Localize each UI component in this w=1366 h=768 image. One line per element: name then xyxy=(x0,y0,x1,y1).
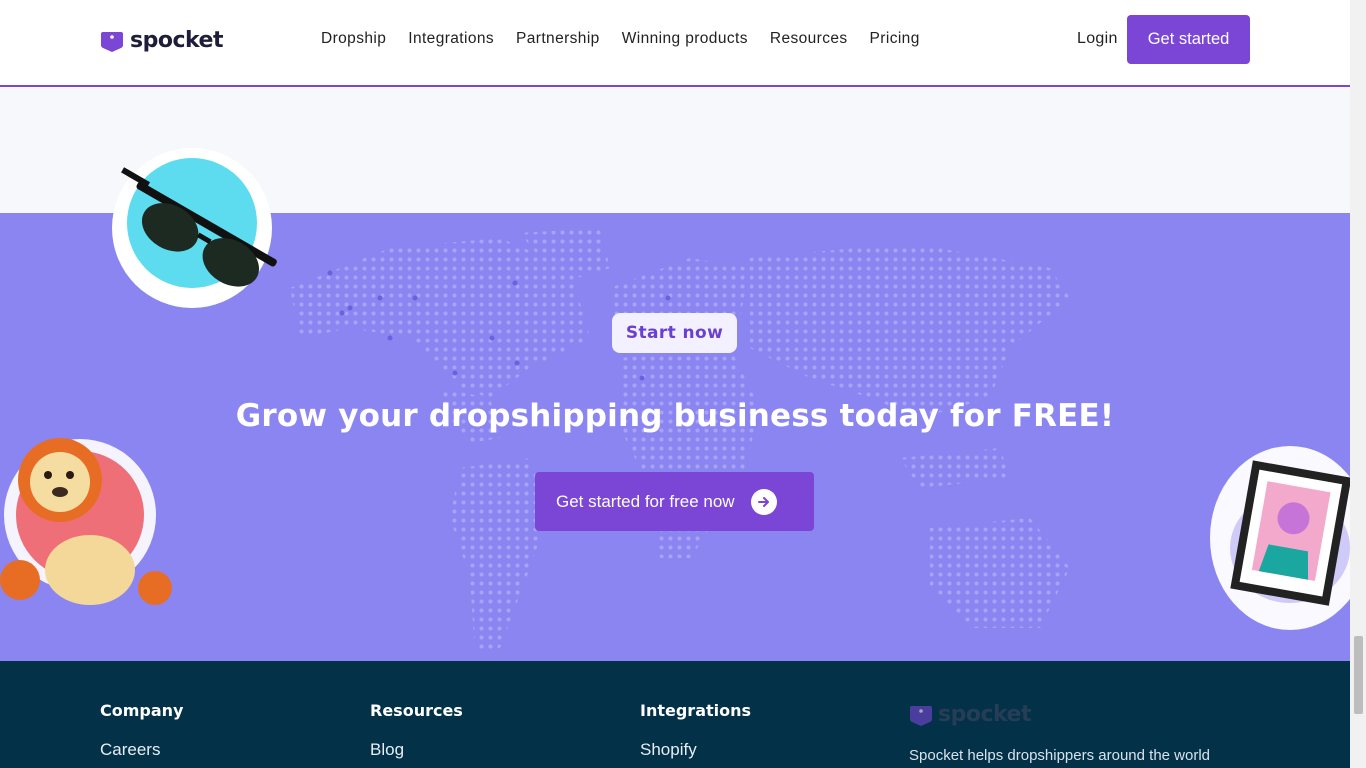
page-scrollbar[interactable] xyxy=(1350,0,1366,768)
spocket-logo-icon xyxy=(910,705,932,726)
site-footer: Company Careers Resources Blog Integrati… xyxy=(0,661,1350,768)
nav-pricing[interactable]: Pricing xyxy=(870,30,920,48)
footer-link-careers[interactable]: Careers xyxy=(100,740,183,760)
logo-wordmark: spocket xyxy=(130,28,223,53)
footer-column-integrations: Integrations Shopify xyxy=(640,701,751,760)
footer-tagline: Spocket helps dropshippers around the wo… xyxy=(909,747,1211,764)
lion-toy-image xyxy=(0,438,172,605)
nav-partnership[interactable]: Partnership xyxy=(516,30,600,48)
footer-heading-company: Company xyxy=(100,701,184,720)
framed-portrait-image xyxy=(1210,446,1350,630)
footer-column-company: Company Careers xyxy=(100,701,183,760)
cta-headline: Grow your dropshipping business today fo… xyxy=(235,398,1115,434)
spocket-logo[interactable]: spocket xyxy=(100,28,223,53)
scrollbar-thumb[interactable] xyxy=(1354,636,1363,714)
get-started-button[interactable]: Get started xyxy=(1127,15,1250,64)
footer-logo-wordmark: spocket xyxy=(938,702,1031,727)
cta-button-label: Get started for free now xyxy=(556,491,735,511)
nav-dropship[interactable]: Dropship xyxy=(321,30,386,48)
start-now-badge: Start now xyxy=(612,313,737,353)
footer-link-shopify[interactable]: Shopify xyxy=(640,740,751,760)
login-link[interactable]: Login xyxy=(1077,30,1118,48)
nav-resources[interactable]: Resources xyxy=(770,30,848,48)
site-header: spocket Dropship Integrations Partnershi… xyxy=(0,0,1350,87)
footer-heading-resources: Resources xyxy=(370,701,463,720)
sunglasses-image xyxy=(112,148,277,308)
footer-logo[interactable]: spocket xyxy=(909,702,1031,727)
nav-winning-products[interactable]: Winning products xyxy=(622,30,748,48)
spocket-logo-icon xyxy=(101,31,123,52)
main-nav: Dropship Integrations Partnership Winnin… xyxy=(321,30,920,48)
arrow-right-icon xyxy=(750,488,777,515)
nav-integrations[interactable]: Integrations xyxy=(408,30,494,48)
get-started-free-button[interactable]: Get started for free now xyxy=(535,472,814,531)
footer-heading-integrations: Integrations xyxy=(640,701,752,720)
footer-link-blog[interactable]: Blog xyxy=(370,740,463,760)
world-map-pattern xyxy=(290,228,1070,653)
footer-column-resources: Resources Blog xyxy=(370,701,463,760)
